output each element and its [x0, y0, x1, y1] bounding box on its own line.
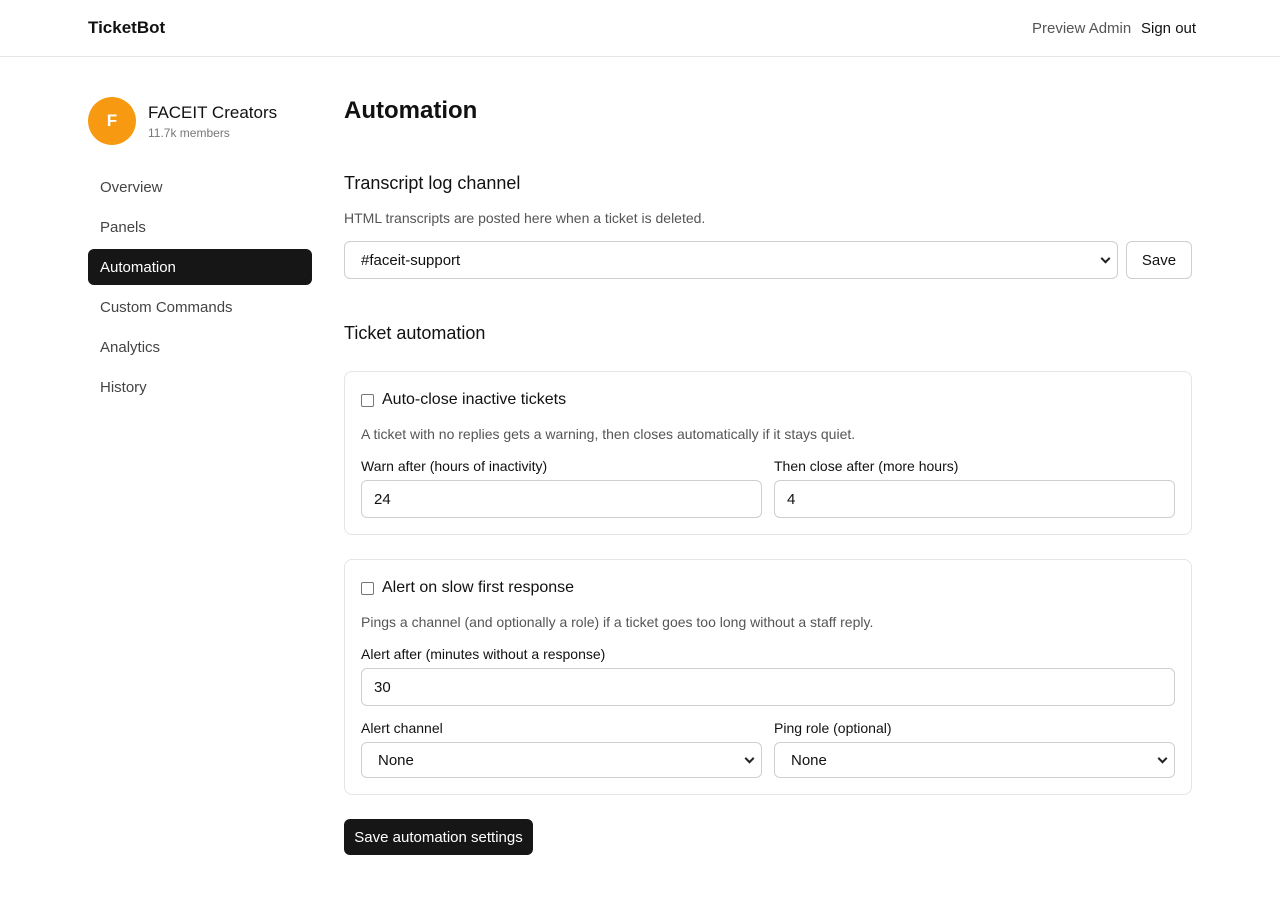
- auto-close-checkbox[interactable]: [361, 394, 374, 407]
- ping-role-value: None: [791, 751, 827, 769]
- close-after-value: 4: [787, 490, 796, 508]
- warn-after-label: Warn after (hours of inactivity): [361, 458, 548, 474]
- save-automation-button[interactable]: Save automation settings: [344, 819, 533, 855]
- chevron-down-icon: [1100, 253, 1111, 264]
- sign-out-link[interactable]: Sign out: [1141, 20, 1196, 37]
- auto-close-description: A ticket with no replies gets a warning,…: [361, 426, 856, 442]
- transcript-channel-select[interactable]: #faceit-support: [344, 241, 1118, 279]
- close-after-input[interactable]: 4: [774, 480, 1175, 518]
- slow-response-checkbox[interactable]: [361, 582, 374, 595]
- alert-channel-label: Alert channel: [361, 720, 443, 736]
- slow-response-description: Pings a channel (and optionally a role) …: [361, 614, 874, 630]
- slow-response-card: Alert on slow first response Pings a cha…: [344, 559, 1192, 795]
- alert-channel-select[interactable]: None: [361, 742, 762, 778]
- sidebar-item-analytics[interactable]: Analytics: [88, 329, 312, 365]
- server-name: FACEIT Creators: [148, 103, 278, 122]
- server-avatar: F: [88, 97, 136, 145]
- sidebar-item-overview[interactable]: Overview: [88, 169, 312, 205]
- close-after-label: Then close after (more hours): [774, 458, 959, 474]
- warn-after-value: 24: [374, 490, 391, 508]
- chevron-down-icon: [1157, 753, 1168, 764]
- ping-role-label: Ping role (optional): [774, 720, 892, 736]
- server-member-count: 11.7k members: [148, 126, 230, 140]
- sidebar-item-history[interactable]: History: [88, 369, 312, 405]
- sidebar-item-automation[interactable]: Automation: [88, 249, 312, 285]
- slow-response-title: Alert on slow first response: [382, 579, 575, 596]
- preview-admin-link[interactable]: Preview Admin: [1032, 20, 1131, 37]
- alert-channel-value: None: [378, 751, 414, 769]
- warn-after-input[interactable]: 24: [361, 480, 762, 518]
- alert-after-value: 30: [374, 678, 391, 696]
- page-title: Automation: [344, 97, 478, 124]
- alert-after-label: Alert after (minutes without a response): [361, 646, 606, 662]
- transcript-channel-value: #faceit-support: [361, 251, 461, 269]
- chevron-down-icon: [744, 753, 755, 764]
- auto-close-card: Auto-close inactive tickets A ticket wit…: [344, 371, 1192, 535]
- alert-after-input[interactable]: 30: [361, 668, 1175, 706]
- transcript-section-description: HTML transcripts are posted here when a …: [344, 210, 706, 226]
- automation-section-heading: Ticket automation: [344, 323, 486, 343]
- transcript-section-heading: Transcript log channel: [344, 173, 521, 193]
- brand-logo[interactable]: TicketBot: [88, 18, 165, 38]
- top-bar: TicketBot Preview Admin Sign out: [0, 0, 1280, 57]
- ping-role-select[interactable]: None: [774, 742, 1175, 778]
- transcript-save-button[interactable]: Save: [1126, 241, 1192, 279]
- sidebar-item-panels[interactable]: Panels: [88, 209, 312, 245]
- auto-close-title: Auto-close inactive tickets: [382, 391, 567, 408]
- sidebar-item-custom-commands[interactable]: Custom Commands: [88, 289, 312, 325]
